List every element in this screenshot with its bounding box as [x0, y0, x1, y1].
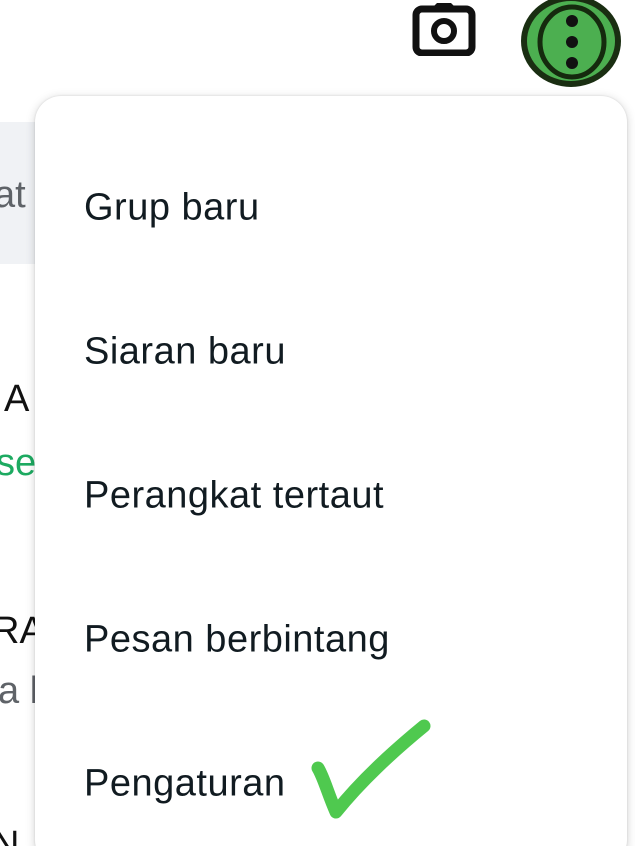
- chat-title[interactable]: N: [0, 826, 19, 846]
- menu-item-new-broadcast[interactable]: Siaran baru: [35, 280, 627, 424]
- search-placeholder: at: [0, 174, 26, 216]
- chat-subtitle: se: [0, 442, 37, 484]
- menu-item-starred-messages[interactable]: Pesan berbintang: [35, 568, 627, 712]
- menu-item-label: Pesan berbintang: [84, 618, 390, 661]
- menu-item-new-group[interactable]: Grup baru: [35, 136, 627, 280]
- menu-item-label: Grup baru: [84, 186, 260, 229]
- menu-item-label: Pengaturan: [84, 762, 286, 805]
- screen: at A se RA a l N Grup baru Siaran baru P…: [0, 0, 635, 846]
- more-vertical-icon: [521, 0, 621, 87]
- checkmark-icon: [311, 719, 431, 819]
- more-options-button[interactable]: [518, 0, 628, 88]
- menu-item-label: Perangkat tertaut: [84, 474, 385, 517]
- camera-icon: [412, 3, 476, 57]
- menu-item-linked-devices[interactable]: Perangkat tertaut: [35, 424, 627, 568]
- menu-item-label: Siaran baru: [84, 330, 286, 373]
- chat-title[interactable]: A: [4, 380, 29, 418]
- chat-subtitle: a l: [0, 670, 39, 712]
- camera-button[interactable]: [412, 2, 476, 57]
